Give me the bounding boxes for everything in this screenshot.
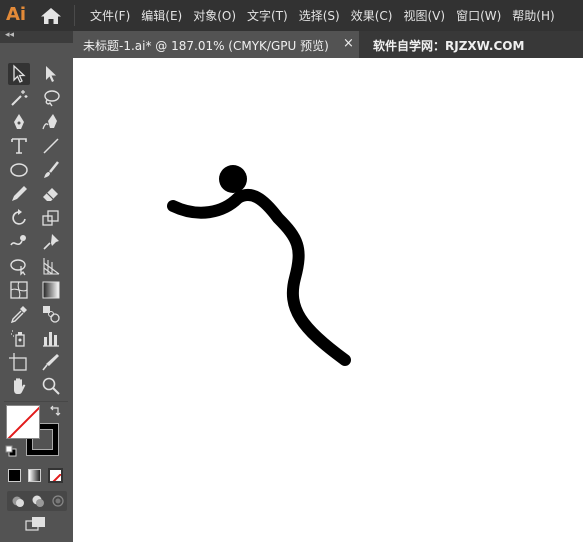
gradient-tool[interactable]: [40, 279, 62, 301]
rotate-icon: [12, 209, 26, 225]
menu-effect[interactable]: 效果(C): [351, 7, 393, 24]
menu-type[interactable]: 文字(T): [247, 7, 288, 24]
menu-select[interactable]: 选择(S): [299, 7, 340, 24]
hand-tool[interactable]: [8, 375, 30, 397]
eraser-tool[interactable]: [40, 183, 62, 205]
none-mode-button[interactable]: [48, 468, 63, 483]
artwork: [167, 165, 351, 366]
magic-wand-icon: [11, 90, 28, 106]
eraser-icon: [43, 188, 58, 201]
warp-tool[interactable]: [8, 231, 30, 253]
tools-panel-header[interactable]: ◂◂: [0, 30, 73, 43]
menu-object[interactable]: 对象(O): [193, 7, 236, 24]
shaper-tool[interactable]: [8, 183, 30, 205]
magnifier-icon: [42, 377, 60, 395]
eyedropper-tool[interactable]: [8, 303, 30, 325]
scale-tool[interactable]: [40, 207, 62, 229]
pen-icon: [14, 114, 24, 129]
curvature-pen-icon: [42, 114, 57, 130]
none-slash-icon: [7, 406, 39, 438]
document-tab-title[interactable]: 未标题-1.ai* @ 187.01% (CMYK/GPU 预览): [83, 37, 329, 54]
menu-items: 文件(F) 编辑(E) 对象(O) 文字(T) 选择(S) 效果(C) 视图(V…: [90, 7, 566, 24]
symbol-sprayer-tool[interactable]: [8, 327, 30, 349]
column-graph-icon: [43, 332, 59, 347]
scale-icon: [42, 210, 59, 226]
shape-builder-icon: [10, 259, 26, 276]
ellipse-icon: [10, 163, 28, 177]
draw-behind-icon[interactable]: [30, 493, 46, 509]
artboard-tool[interactable]: [8, 351, 30, 373]
home-icon[interactable]: [40, 7, 62, 25]
knife-icon: [42, 354, 59, 371]
menu-edit[interactable]: 编辑(E): [141, 7, 182, 24]
drawing-modes: [7, 491, 67, 511]
rotate-tool[interactable]: [8, 207, 30, 229]
hand-icon: [14, 378, 26, 394]
gradient-icon: [42, 281, 60, 299]
puppet-warp-tool[interactable]: [40, 231, 62, 253]
menu-divider: [74, 5, 75, 26]
pen-tool[interactable]: [8, 111, 30, 133]
mesh-icon: [10, 281, 28, 299]
menu-view[interactable]: 视图(V): [403, 7, 445, 24]
blend-tool[interactable]: [40, 303, 62, 325]
menu-window[interactable]: 窗口(W): [456, 7, 501, 24]
line-segment-tool[interactable]: [40, 135, 62, 157]
menu-bar: Ai 文件(F) 编辑(E) 对象(O) 文字(T) 选择(S) 效果(C) 视…: [0, 0, 583, 31]
artboard-canvas[interactable]: [73, 58, 583, 542]
illustrator-window: Ai 文件(F) 编辑(E) 对象(O) 文字(T) 选择(S) 效果(C) 视…: [0, 0, 583, 542]
none-slash-icon: [52, 473, 61, 481]
warp-icon: [10, 235, 26, 246]
slice-tool[interactable]: [40, 351, 62, 373]
type-tool[interactable]: [8, 135, 30, 157]
watermark-label: 软件自学网：RJZXW.COM: [373, 39, 525, 53]
brush-dot-path[interactable]: [219, 165, 247, 193]
pin-icon: [43, 234, 59, 250]
zoom-tool[interactable]: [40, 375, 62, 397]
lasso-tool[interactable]: [40, 87, 62, 109]
default-colors-icon[interactable]: [5, 445, 17, 457]
artboard-icon: [9, 353, 27, 371]
selection-tool[interactable]: [8, 63, 30, 85]
color-mode-button[interactable]: [8, 469, 21, 482]
draw-normal-icon[interactable]: [10, 493, 26, 509]
curvature-tool[interactable]: [40, 111, 62, 133]
toolbar-divider: [4, 401, 68, 402]
screen-mode-icon[interactable]: [24, 515, 48, 533]
eyedropper-icon: [10, 306, 27, 324]
mesh-tool[interactable]: [8, 279, 30, 301]
document-tab[interactable]: 未标题-1.ai* @ 187.01% (CMYK/GPU 预览) ×: [73, 31, 359, 58]
menu-help[interactable]: 帮助(H): [512, 7, 554, 24]
lasso-icon: [44, 90, 60, 107]
magic-wand-tool[interactable]: [8, 87, 30, 109]
paintbrush-tool[interactable]: [40, 159, 62, 181]
collapse-icon[interactable]: ◂◂: [5, 30, 14, 40]
document-tab-bar: 未标题-1.ai* @ 187.01% (CMYK/GPU 预览) × 软件自学…: [73, 31, 583, 58]
gradient-mode-button[interactable]: [28, 469, 41, 482]
brush-stroke-path[interactable]: [167, 188, 351, 366]
spray-can-icon: [11, 330, 25, 347]
column-graph-tool[interactable]: [40, 327, 62, 349]
selection-arrow-icon: [13, 64, 26, 83]
draw-inside-icon[interactable]: [50, 493, 66, 509]
blend-icon: [43, 306, 60, 323]
ellipse-tool[interactable]: [8, 159, 30, 181]
close-tab-icon[interactable]: ×: [343, 36, 354, 51]
perspective-grid-tool[interactable]: [40, 255, 62, 277]
swap-fill-stroke-icon[interactable]: [48, 404, 62, 418]
shape-builder-tool[interactable]: [8, 255, 30, 277]
pencil-icon: [12, 186, 27, 201]
tools-panel: ◂◂: [0, 30, 73, 542]
app-logo: Ai: [6, 4, 27, 25]
fill-swatch[interactable]: [6, 405, 40, 439]
line-icon: [43, 138, 59, 154]
paintbrush-icon: [44, 161, 59, 178]
menu-file[interactable]: 文件(F): [90, 7, 130, 24]
perspective-grid-icon: [43, 258, 60, 275]
direct-selection-arrow-icon: [46, 66, 56, 82]
direct-selection-tool[interactable]: [40, 63, 62, 85]
type-t-icon: [11, 138, 27, 154]
